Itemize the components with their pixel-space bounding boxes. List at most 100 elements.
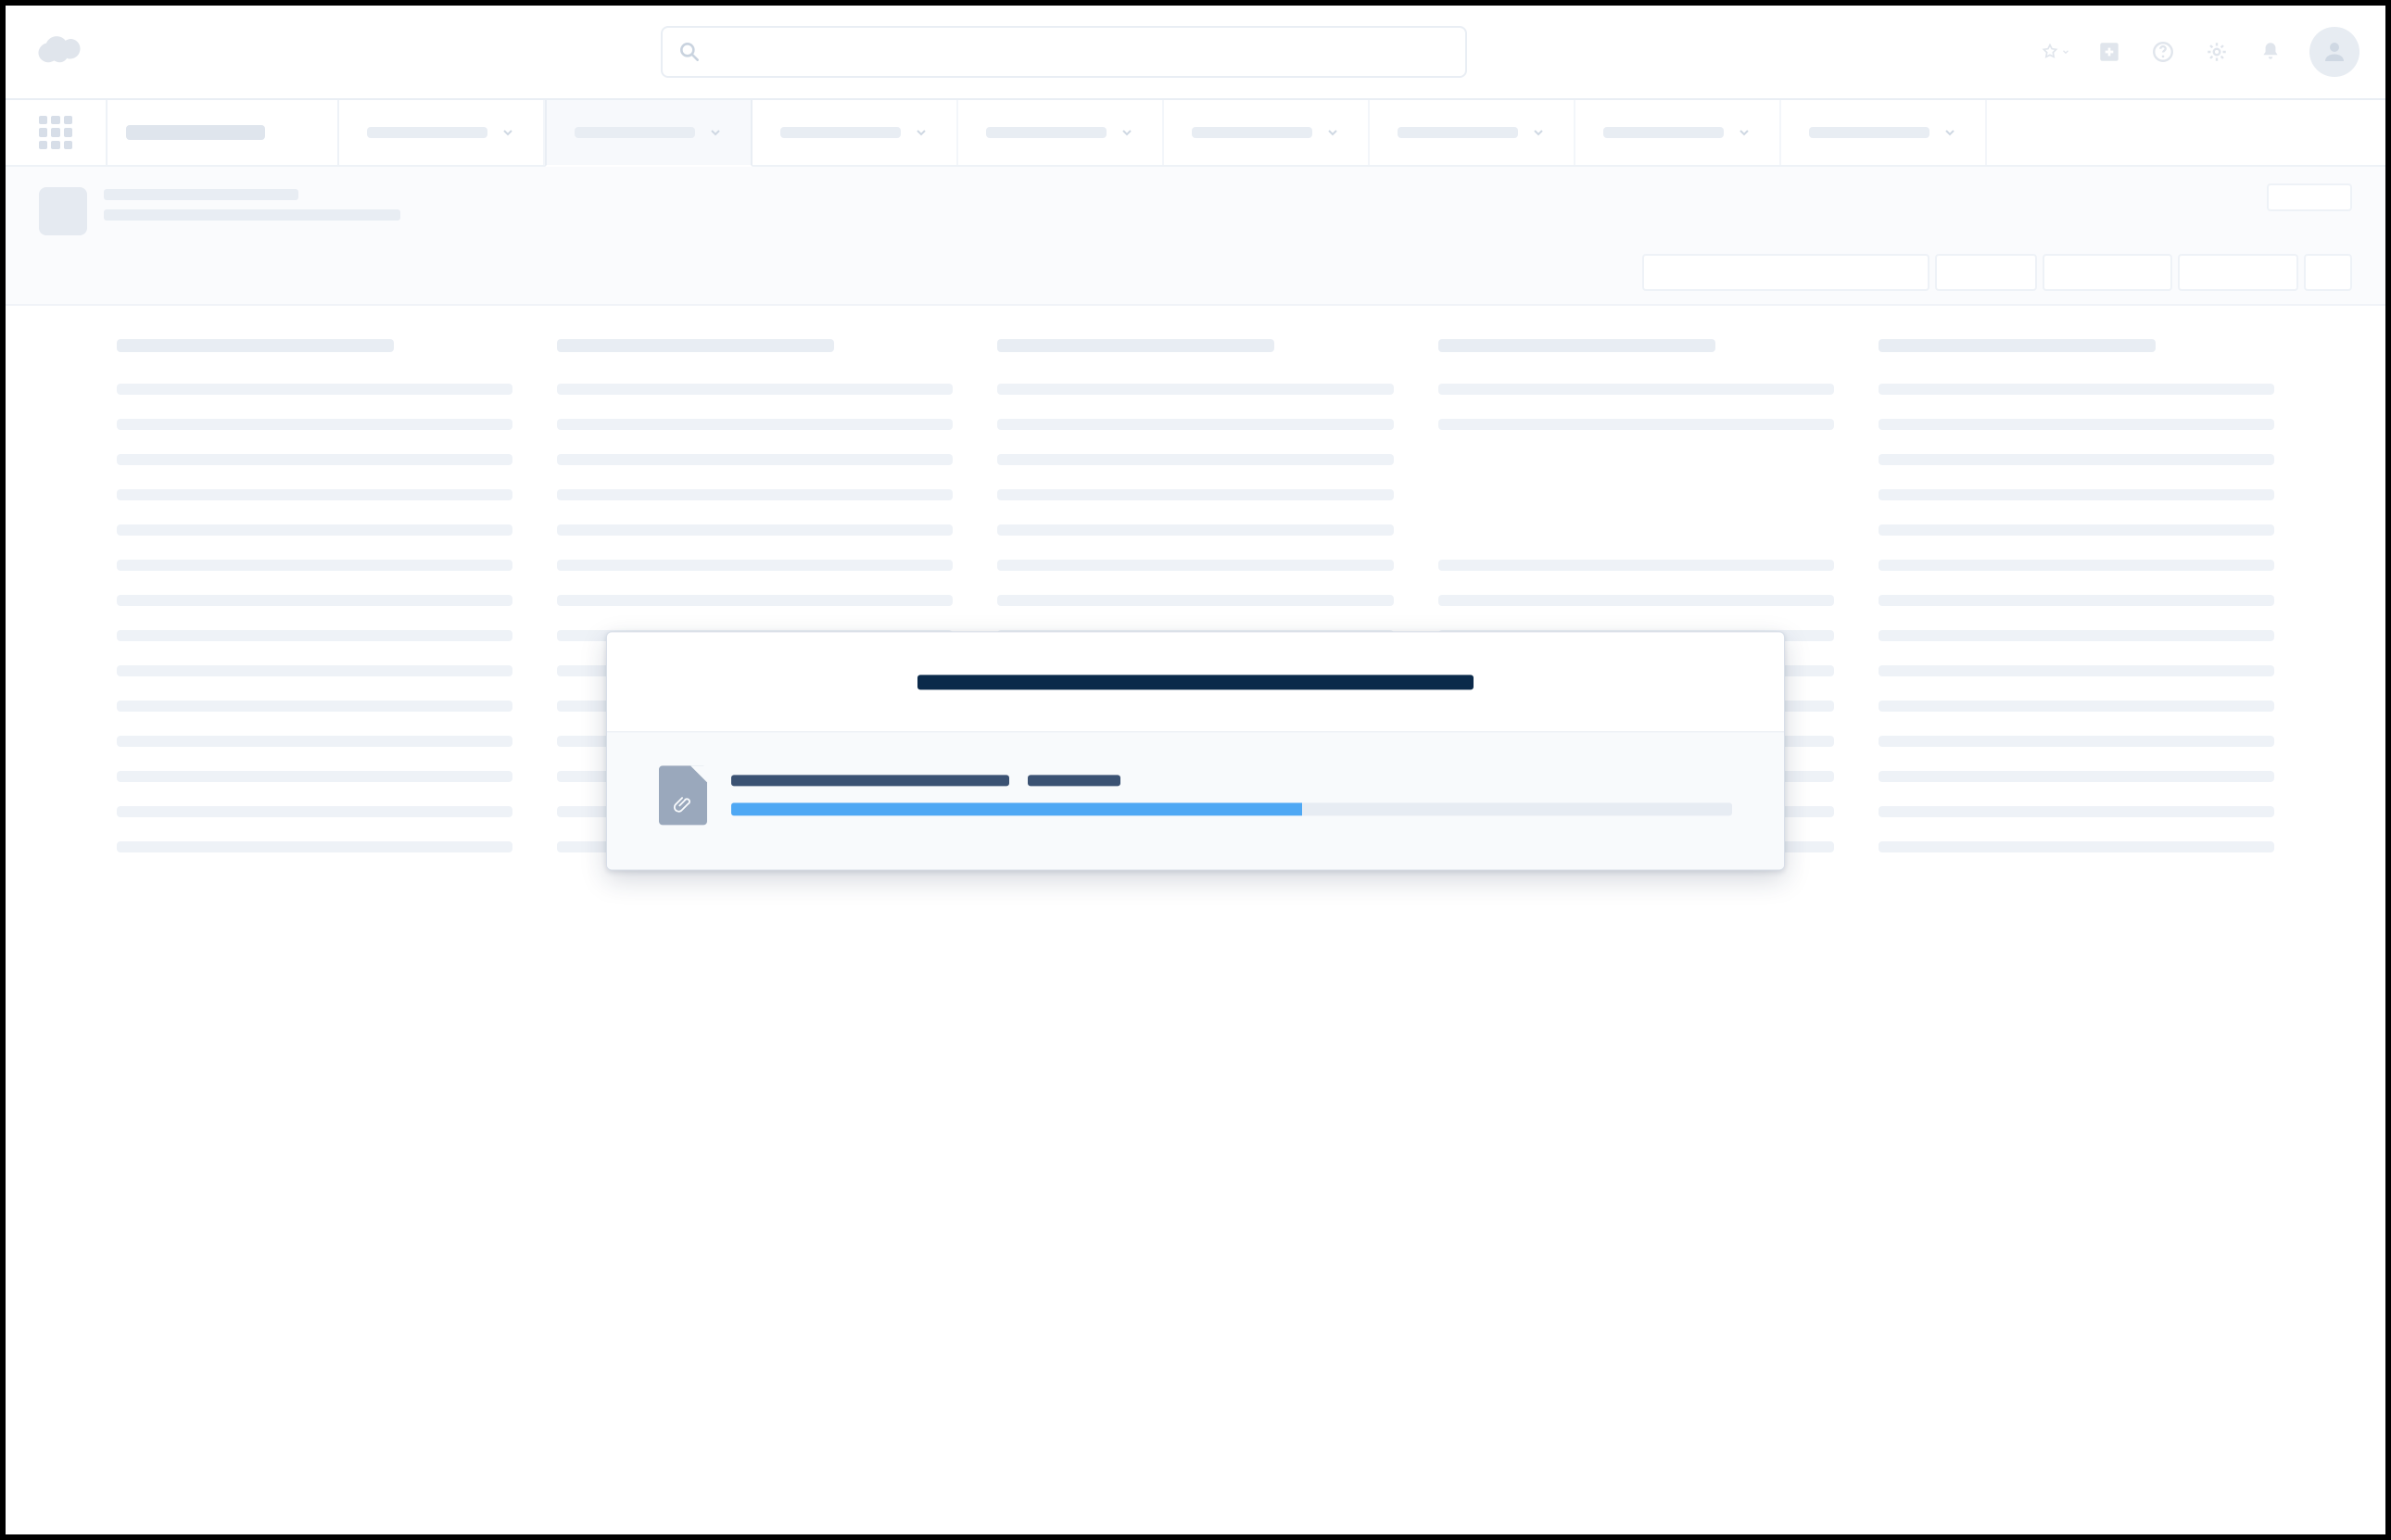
upload-file-name	[731, 775, 1009, 786]
detail-cell	[117, 736, 512, 747]
global-search[interactable]	[661, 26, 1467, 78]
detail-cell	[557, 595, 953, 606]
page-action-buttons	[1642, 254, 2352, 291]
detail-cell	[997, 454, 1393, 465]
notifications-button[interactable]	[2256, 37, 2285, 67]
app-name	[108, 100, 339, 165]
record-page-header	[6, 167, 2385, 306]
detail-cell	[1879, 560, 2274, 571]
gear-icon	[2205, 40, 2229, 64]
chevron-down-icon	[1737, 125, 1752, 140]
detail-cell	[997, 595, 1393, 606]
nav-tab-1[interactable]	[545, 100, 753, 167]
column-header	[1879, 339, 2156, 352]
detail-cell	[1879, 806, 2274, 817]
detail-cell	[117, 701, 512, 712]
question-icon	[2151, 40, 2175, 64]
detail-cell	[1879, 595, 2274, 606]
help-button[interactable]	[2148, 37, 2178, 67]
detail-cell	[1879, 841, 2274, 852]
column-header	[997, 339, 1274, 352]
chevron-down-icon	[1942, 125, 1957, 140]
attachment-file-icon	[659, 765, 707, 825]
nav-tab-4[interactable]	[1164, 100, 1370, 165]
upload-progress-fill	[731, 802, 1302, 815]
detail-cell	[117, 841, 512, 852]
nav-tab-7[interactable]	[1781, 100, 1987, 165]
detail-cell	[1879, 489, 2274, 500]
detail-cell	[997, 489, 1393, 500]
detail-cell	[557, 419, 953, 430]
header-actions	[2041, 27, 2359, 77]
page-action-0[interactable]	[1642, 254, 1929, 291]
object-label	[104, 189, 298, 200]
detail-cell	[117, 665, 512, 676]
detail-cell	[1879, 630, 2274, 641]
detail-cell	[997, 560, 1393, 571]
modal-header	[607, 632, 1784, 732]
page-action-overflow[interactable]	[2304, 254, 2352, 291]
page-action-1[interactable]	[1935, 254, 2037, 291]
modal-body	[607, 732, 1784, 869]
detail-cell	[1879, 419, 2274, 430]
app-launcher-button[interactable]	[6, 100, 108, 165]
detail-cell	[1879, 701, 2274, 712]
chevron-down-icon	[500, 125, 515, 140]
chevron-down-icon	[1120, 125, 1134, 140]
detail-cell	[1879, 665, 2274, 676]
detail-cell	[1879, 771, 2274, 782]
add-button[interactable]	[2094, 37, 2124, 67]
person-icon	[2321, 38, 2348, 66]
detail-cell	[557, 384, 953, 395]
detail-cell	[117, 560, 512, 571]
favorites-button[interactable]	[2041, 37, 2070, 67]
detail-cell	[117, 524, 512, 536]
detail-cell	[117, 489, 512, 500]
nav-tab-0[interactable]	[339, 100, 545, 165]
detail-cell	[557, 524, 953, 536]
detail-cell	[557, 489, 953, 500]
detail-cell	[117, 454, 512, 465]
detail-cell	[1438, 560, 1834, 571]
profile-avatar[interactable]	[2309, 27, 2359, 77]
column-header	[117, 339, 394, 352]
modal-title	[917, 675, 1474, 689]
nav-tab-2[interactable]	[753, 100, 958, 165]
detail-cell	[557, 560, 953, 571]
nav-tab-5[interactable]	[1370, 100, 1575, 165]
column-header	[1438, 339, 1715, 352]
upload-item	[659, 765, 1732, 825]
detail-cell	[997, 384, 1393, 395]
app-nav-bar	[6, 100, 2385, 167]
detail-cell	[1879, 736, 2274, 747]
detail-column	[1879, 339, 2274, 877]
bell-icon	[2258, 40, 2283, 64]
detail-cell	[117, 595, 512, 606]
detail-cell	[1438, 384, 1834, 395]
chevron-down-icon	[914, 125, 929, 140]
detail-column	[117, 339, 512, 877]
setup-button[interactable]	[2202, 37, 2232, 67]
detail-cell	[557, 454, 953, 465]
upload-file-detail	[1028, 775, 1120, 786]
page-action-2[interactable]	[2043, 254, 2172, 291]
column-header	[557, 339, 834, 352]
page-action-3[interactable]	[2178, 254, 2298, 291]
upload-files-modal	[606, 631, 1785, 870]
global-header	[6, 6, 2385, 100]
object-type-icon	[39, 187, 87, 235]
detail-cell	[1438, 419, 1834, 430]
detail-cell	[117, 806, 512, 817]
header-action-button[interactable]	[2267, 183, 2352, 211]
upload-file-meta	[731, 775, 1732, 786]
detail-cell	[1438, 595, 1834, 606]
upload-progress-bar	[731, 802, 1732, 815]
nav-tab-3[interactable]	[958, 100, 1164, 165]
star-icon	[2041, 41, 2059, 63]
detail-cell	[997, 524, 1393, 536]
detail-cell	[117, 384, 512, 395]
detail-cell	[117, 630, 512, 641]
detail-cell	[117, 771, 512, 782]
chevron-down-icon	[2061, 46, 2070, 57]
nav-tab-6[interactable]	[1575, 100, 1781, 165]
